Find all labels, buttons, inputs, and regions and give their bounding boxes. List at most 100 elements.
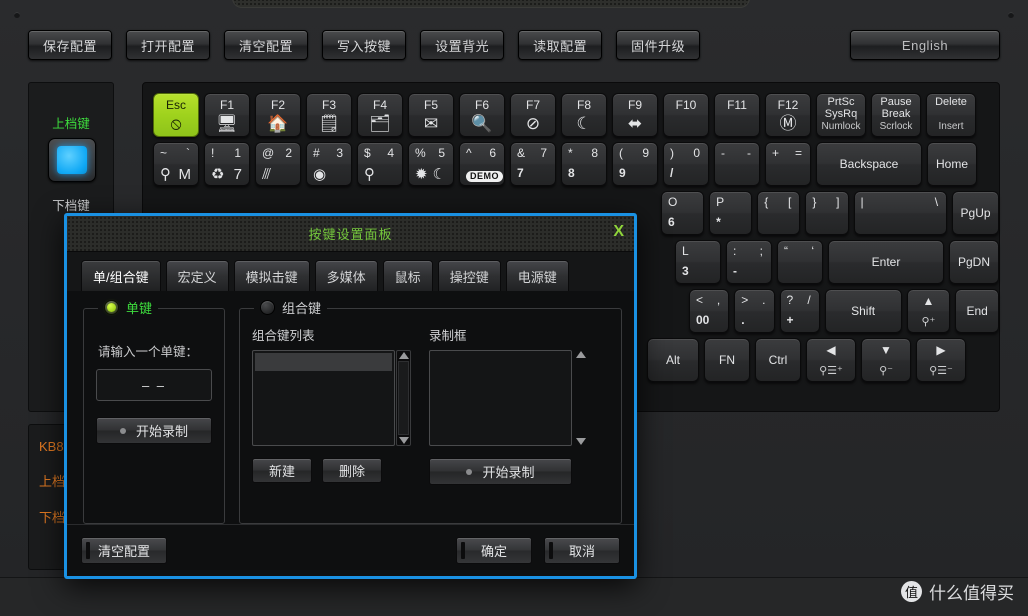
key-legend-shift: P <box>716 195 725 209</box>
key-P[interactable]: P * <box>709 191 753 235</box>
radio-combo-key[interactable] <box>260 300 275 315</box>
key-@[interactable]: @2 ⫻ <box>255 142 301 186</box>
key-glyph-icon: ⬌ <box>627 114 643 133</box>
list-item[interactable] <box>255 353 392 371</box>
tab-4[interactable]: 鼠标 <box>382 260 433 291</box>
key-Shift[interactable]: Shift <box>824 289 902 333</box>
toolbar-button-5[interactable]: 读取配置 <box>518 30 603 60</box>
delete-button[interactable]: 删除 <box>322 458 383 483</box>
key-Enter[interactable]: Enter <box>828 240 944 284</box>
key-▲[interactable]: ▲ ⚲⁺ <box>906 289 951 333</box>
key-F3[interactable]: F3 🗒 <box>306 93 352 137</box>
tab-2[interactable]: 模拟击键 <box>233 260 310 291</box>
key-glyph-icon: ♻ <box>211 166 225 183</box>
key-:[interactable]: :; - <box>726 240 772 284</box>
record-box-scrollbar[interactable] <box>573 350 588 446</box>
key-}[interactable]: }] <box>805 191 849 235</box>
key-{[interactable]: {[ <box>757 191 801 235</box>
key-F11[interactable]: F11 <box>714 93 760 137</box>
key-Pause[interactable]: Pause Break Scrlock <box>871 93 921 137</box>
key-~[interactable]: ~ ` ⚲ M <box>153 142 199 186</box>
record-box[interactable] <box>429 350 572 446</box>
key-◀[interactable]: ◀ ⚲☰⁺ <box>806 338 856 382</box>
key-Backspace[interactable]: Backspace <box>816 142 922 186</box>
clear-config-button[interactable]: 清空配置 <box>81 537 168 564</box>
radio-single-key[interactable] <box>104 300 119 315</box>
key-Ctrl[interactable]: Ctrl <box>755 338 801 382</box>
scroll-down-icon[interactable] <box>398 437 409 444</box>
key-L[interactable]: L3 <box>675 240 721 284</box>
key-^[interactable]: ^ 6 DEMO <box>459 142 505 186</box>
key-Home[interactable]: Home <box>927 142 977 186</box>
key-?[interactable]: ? / + <box>779 289 820 333</box>
key-|[interactable]: | \ <box>853 191 948 235</box>
toolbar-button-0[interactable]: 保存配置 <box>28 30 113 60</box>
ok-button[interactable]: 确定 <box>456 537 532 564</box>
key-▼[interactable]: ▼ ⚲⁻ <box>861 338 911 382</box>
scroll-down-icon[interactable] <box>575 438 586 445</box>
key-PgUp[interactable]: PgUp <box>952 191 999 235</box>
key-PrtSc[interactable]: PrtSc SysRq Numlock <box>816 93 866 137</box>
key-FN[interactable]: FN <box>704 338 750 382</box>
key-F7[interactable]: F7 ⊘ <box>510 93 556 137</box>
key-F10[interactable]: F10 <box>663 93 709 137</box>
key-F2[interactable]: F2 🏠 <box>255 93 301 137</box>
key-▶[interactable]: ▶ ⚲☰⁻ <box>916 338 966 382</box>
key-*[interactable]: * 8 8 <box>561 142 607 186</box>
tab-5[interactable]: 操控键 <box>437 260 501 291</box>
key-legend-base: ; <box>759 244 763 258</box>
key-F8[interactable]: F8 ☾ <box>561 93 607 137</box>
tab-1[interactable]: 宏定义 <box>165 260 229 291</box>
combo-record-button[interactable]: 开始录制 <box>429 458 572 485</box>
key-F1[interactable]: F1 🖥 <box>204 93 250 137</box>
close-icon[interactable]: X <box>613 222 624 242</box>
key-legend-center: Enter <box>871 255 901 269</box>
toolbar-button-6[interactable]: 固件升级 <box>616 30 701 60</box>
tab-0[interactable]: 单/组合键 <box>81 260 161 291</box>
key-F5[interactable]: F5 ✉ <box>408 93 454 137</box>
single-record-button[interactable]: 开始录制 <box>96 417 212 444</box>
key-Alt[interactable]: Alt <box>647 338 699 382</box>
key--[interactable]: -- <box>714 142 760 186</box>
key-&[interactable]: & 7 7 <box>510 142 556 186</box>
key-F6[interactable]: F6 🔍 <box>459 93 505 137</box>
tab-3[interactable]: 多媒体 <box>314 260 378 291</box>
toolbar-button-1[interactable]: 打开配置 <box>126 30 211 60</box>
key-legend-base: ] <box>836 195 840 209</box>
key-%[interactable]: % 5 ✹ ☾ <box>408 142 454 186</box>
new-button[interactable]: 新建 <box>252 458 313 483</box>
key-+[interactable]: + = <box>765 142 811 186</box>
key-([interactable]: (9 9 <box>612 142 658 186</box>
key-F9[interactable]: F9 ⬌ <box>612 93 658 137</box>
key-![interactable]: ! 1 ♻ 7 <box>204 142 250 186</box>
combo-list-scrollbar[interactable] <box>396 350 411 446</box>
keyboard-row-5: Alt FN Ctrl ◀ ⚲☰⁺ ▼ ⚲⁻ ▶ ⚲☰⁻ <box>647 338 999 382</box>
combo-list-column: 组合键列表 新建 删除 <box>252 325 411 485</box>
layer-color-swatch[interactable] <box>48 138 96 182</box>
key-F4[interactable]: F4 🗂 <box>357 93 403 137</box>
key-“[interactable]: “‘ <box>777 240 823 284</box>
scroll-thumb[interactable] <box>398 361 409 435</box>
toolbar-button-2[interactable]: 清空配置 <box>224 30 309 60</box>
scroll-up-icon[interactable] <box>398 352 409 359</box>
toolbar-button-4[interactable]: 设置背光 <box>420 30 505 60</box>
key-Delete[interactable]: Delete Insert <box>926 93 976 137</box>
key-)[interactable]: ) 0 / <box>663 142 709 186</box>
combo-list[interactable] <box>252 350 395 446</box>
scroll-up-icon[interactable] <box>575 351 586 358</box>
key-End[interactable]: End <box>955 289 999 333</box>
toolbar-button-3[interactable]: 写入按键 <box>322 30 407 60</box>
key-Esc[interactable]: Esc ⦸ <box>153 93 199 137</box>
keyboard-row-1: ~ ` ⚲ M! 1 ♻ 7 @2 ⫻ #3 ◉ $4 ⚲% 5 ✹ ☾ ^ 6 DEMO & 7 7 * 8 8(9 9) 0/-… <box>153 142 999 186</box>
language-button[interactable]: English <box>850 30 1000 60</box>
key-<[interactable]: <, 00 <box>689 289 730 333</box>
key-F12[interactable]: F12 Ⓜ <box>765 93 811 137</box>
key-O[interactable]: O6 <box>661 191 705 235</box>
cancel-button[interactable]: 取消 <box>544 537 620 564</box>
key-#[interactable]: #3 ◉ <box>306 142 352 186</box>
key-PgDN[interactable]: PgDN <box>949 240 999 284</box>
single-key-input[interactable]: – – <box>96 369 212 401</box>
tab-6[interactable]: 电源键 <box>505 260 569 291</box>
key-$[interactable]: $4 ⚲ <box>357 142 403 186</box>
key->[interactable]: >.. <box>734 289 775 333</box>
